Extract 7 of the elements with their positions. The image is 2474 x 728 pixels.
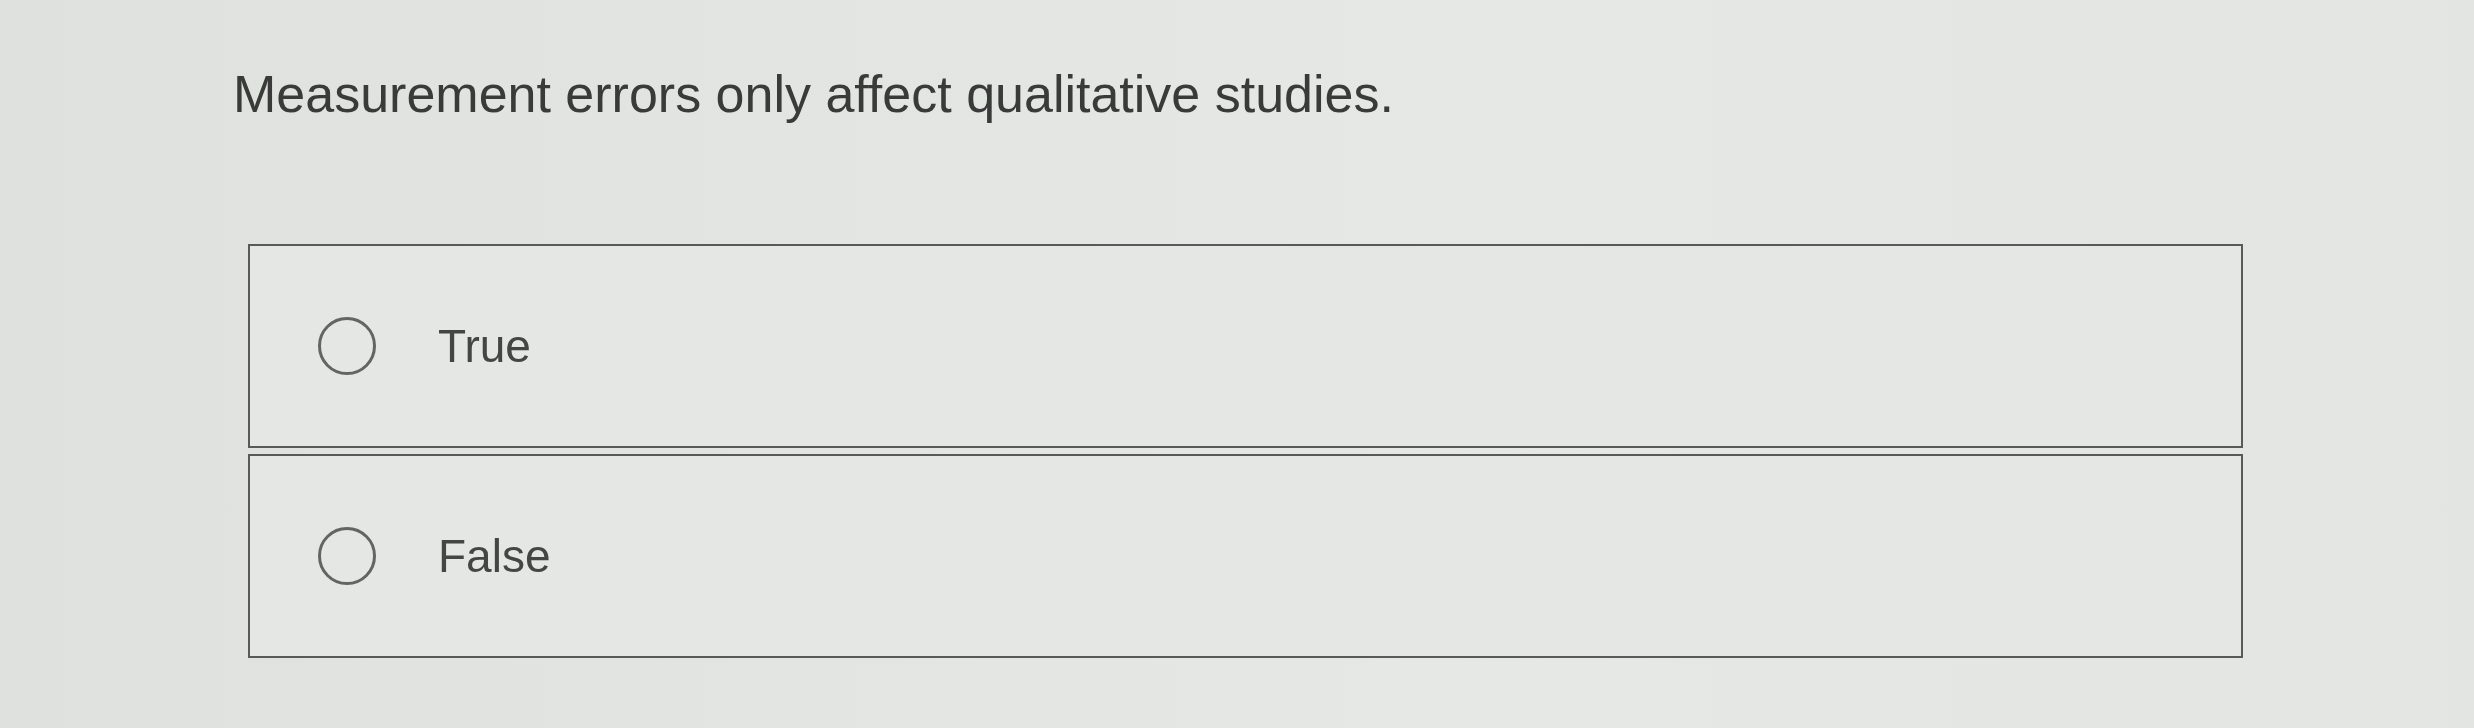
option-label: True [438,319,531,374]
question-text: Measurement errors only affect qualitative studies. [233,64,1394,125]
answer-option[interactable]: True [248,244,2243,448]
radio-button[interactable] [318,317,376,375]
option-label: False [438,529,551,584]
answer-option[interactable]: False [248,454,2243,658]
radio-button[interactable] [318,527,376,585]
